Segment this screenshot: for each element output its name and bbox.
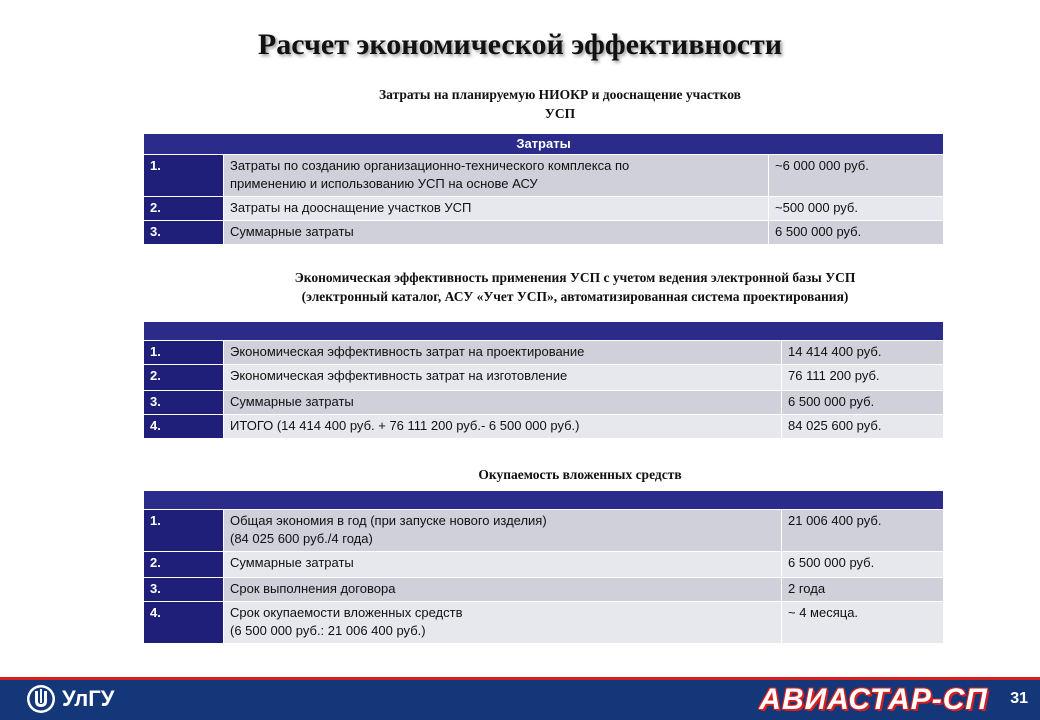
brand-logo-text: АВИАСТАР-СП [759,683,988,716]
row-description: Экономическая эффективность затрат на пр… [223,340,782,365]
row-number: 3. [143,220,224,245]
footer-bar: УлГУ АВИАСТАР-СП 31 [0,677,1040,720]
section3-subtitle: Окупаемость вложенных средств [478,467,682,482]
table-row: 1. Экономическая эффективность затрат на… [143,340,945,365]
row-number: 2. [143,196,224,221]
row-description: Экономическая эффективность затрат на из… [223,364,782,391]
table-row: 1. Общая экономия в год (при запуске нов… [143,509,945,552]
row-number: 3. [143,390,224,415]
slide-title: Расчет экономической эффективности [257,28,783,61]
table-row: 2. Экономическая эффективность затрат на… [143,364,945,391]
row-description: Затраты по созданию организационно-техни… [223,154,769,197]
table-row: 3. Суммарные затраты 6 500 000 руб. [143,220,945,245]
table-row: 3. Суммарные затраты 6 500 000 руб. [143,390,945,415]
table-row: 4. Срок окупаемости вложенных средств (6 … [143,601,945,644]
section2-subtitle: Экономическая эффективность применения У… [190,268,960,306]
row-value: ~500 000 руб. [767,196,945,221]
row-description: Срок выполнения договора [223,577,782,602]
row-description: Срок окупаемости вложенных средств (6 500… [223,601,782,644]
row-value: 84 025 600 руб. [780,414,945,439]
payback-table-header [142,490,945,510]
row-number: 1. [143,509,224,552]
row-description: ИТОГО (14 414 400 руб. + 76 111 200 руб.… [223,414,782,439]
row-description: Суммарные затраты [223,551,782,578]
section1-subtitle: Затраты на планируемую НИОКР и дооснащен… [300,85,820,123]
row-value: 76 111 200 руб. [780,364,945,391]
page-number: 31 [1010,690,1028,707]
university-logo-icon [27,685,55,713]
section2-subtitle-line1: Экономическая эффективность применения У… [294,270,856,285]
table-row: 1. Затраты по созданию организационно-те… [143,154,945,197]
table-row: 2. Суммарные затраты 6 500 000 руб. [143,551,945,578]
section2-subtitle-line2: (электронный каталог, АСУ «Учет УСП», ав… [301,289,849,304]
row-number: 4. [143,414,224,439]
row-number: 2. [143,364,224,391]
section1-subtitle-line1: Затраты на планируемую НИОКР и дооснащен… [379,87,741,102]
row-number: 3. [143,577,224,602]
row-value: 2 года [780,577,945,602]
row-value: 6 500 000 руб. [780,390,945,415]
row-number: 1. [143,340,224,365]
table-row: 2. Затраты на дооснащение участков УСП ~… [143,196,945,221]
row-number: 1. [143,154,224,197]
row-value: 6 500 000 руб. [767,220,945,245]
costs-table: Затраты 1. Затраты по созданию организац… [142,133,945,245]
row-value: 21 006 400 руб. [780,509,945,552]
row-description: Суммарные затраты [223,220,769,245]
efficiency-table: 1. Экономическая эффективность затрат на… [142,321,945,439]
row-description: Общая экономия в год (при запуске нового… [223,509,782,552]
payback-table: 1. Общая экономия в год (при запуске нов… [142,490,945,644]
row-number: 2. [143,551,224,578]
row-description: Затраты на дооснащение участков УСП [223,196,769,221]
table-row: 4. ИТОГО (14 414 400 руб. + 76 111 200 р… [143,414,945,439]
row-value: ~6 000 000 руб. [767,154,945,197]
university-name: УлГУ [62,686,115,711]
efficiency-table-header [142,321,945,341]
section1-subtitle-line2: УСП [544,106,576,121]
row-value: 14 414 400 руб. [780,340,945,365]
row-value: ~ 4 месяца. [780,601,945,644]
row-value: 6 500 000 руб. [780,551,945,578]
table-row: 3. Срок выполнения договора 2 года [143,577,945,602]
costs-table-header: Затраты [142,133,945,155]
row-number: 4. [143,601,224,644]
row-description: Суммарные затраты [223,390,782,415]
